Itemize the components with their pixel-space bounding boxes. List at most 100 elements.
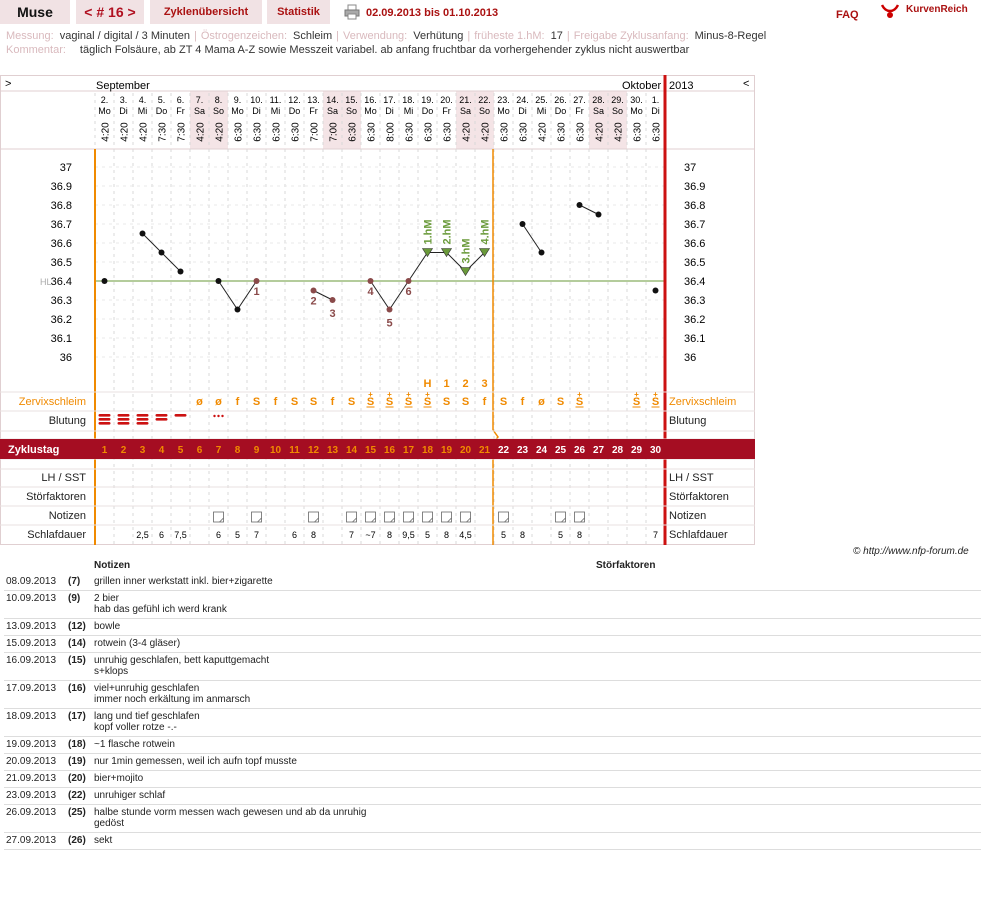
high-label: 4.hM: [480, 219, 492, 244]
note-text: lang und tief geschlafen kopf voller rotz…: [92, 708, 594, 737]
weekday: Mi: [138, 106, 148, 116]
day-number: 3.: [120, 95, 128, 105]
sleep-row-label-right: Schlafdauer: [669, 529, 728, 541]
note-cycle-day: (16): [66, 680, 92, 709]
note-disturb: [594, 618, 981, 636]
measure-time: 6:30: [291, 122, 302, 142]
day-number: 18.: [402, 95, 415, 105]
note-date: 26.09.2013: [4, 804, 66, 833]
day-number: 19.: [421, 95, 434, 105]
note-cycle-day: (12): [66, 618, 92, 636]
weekday: Mi: [404, 106, 414, 116]
note-icon: [422, 511, 433, 523]
measure-time: 6:30: [519, 122, 530, 142]
weekday: Fr: [575, 106, 584, 116]
measure-time: 6:30: [234, 122, 245, 142]
measure-time: 6:30: [652, 122, 663, 142]
note-row: 23.09.2013 (22) unruhiger schlaf: [4, 787, 981, 805]
note-row: 26.09.2013 (25) halbe stunde vorm messen w…: [4, 804, 981, 833]
note-cycle-day: (15): [66, 652, 92, 681]
temp-point: [367, 278, 374, 284]
weekday: Mo: [231, 106, 244, 116]
notes-row-label-right: Notizen: [669, 510, 706, 522]
y-tick-left: 36.7: [51, 219, 72, 231]
cycle-day-number: 16: [384, 445, 396, 456]
note-disturb: [594, 804, 981, 833]
mucus-symbol: S: [348, 396, 355, 408]
y-tick-left: 36.2: [51, 314, 72, 326]
mucus-symbol: S: [443, 396, 450, 408]
note-date: 15.09.2013: [4, 635, 66, 653]
low-label: 1: [253, 286, 259, 298]
cycle-day-number: 25: [555, 445, 567, 456]
bleeding-mark: [155, 418, 168, 421]
mucus-plus: +: [577, 390, 582, 399]
mucus-plus: +: [634, 390, 639, 399]
measure-time: 6:30: [633, 122, 644, 142]
tab-statistics[interactable]: Statistik: [267, 0, 330, 24]
bleeding-row-label-right: Blutung: [669, 415, 706, 427]
note-text: bier+mojito: [92, 770, 594, 788]
sleep-value: 5: [425, 530, 430, 540]
weekday: Mo: [98, 106, 111, 116]
day-number: 2.: [101, 95, 109, 105]
cycle-day-number: 14: [346, 445, 358, 456]
y-tick-right: 37: [684, 162, 696, 174]
lh-row-label-right: LH / SST: [669, 472, 714, 484]
weekday: Di: [385, 106, 394, 116]
weekday: Sa: [460, 106, 471, 116]
note-icon: [251, 511, 262, 523]
weekday: Mi: [537, 106, 547, 116]
day-number: 27.: [573, 95, 586, 105]
tab-overview[interactable]: Zyklenübersicht: [150, 0, 262, 24]
info-line-2: Kommentar: täglich Folsäure, ab ZT 4 Mama…: [6, 44, 689, 56]
low-label: 6: [405, 286, 411, 298]
cycle-day-number: 9: [254, 445, 260, 456]
scroll-left-arrow: >: [5, 78, 11, 90]
day-number: 24.: [516, 95, 529, 105]
note-date: 17.09.2013: [4, 680, 66, 709]
measure-time: 6:30: [367, 122, 378, 142]
sleep-value: 7: [254, 530, 259, 540]
day-number: 4.: [139, 95, 147, 105]
mucus-row-label-right: Zervixschleim: [669, 396, 736, 408]
sleep-value: ~7: [365, 530, 375, 540]
note-text: nur 1min gemessen, weil ich aufn topf mu…: [92, 753, 594, 771]
cycle-nav[interactable]: < # 16 >: [76, 0, 144, 24]
note-row: 19.09.2013 (18) ~1 flasche rotwein: [4, 736, 981, 754]
day-number: 21.: [459, 95, 472, 105]
temp-point: [538, 249, 545, 256]
day-number: 22.: [478, 95, 491, 105]
sleep-value: 2,5: [136, 530, 149, 540]
logo-text[interactable]: KurvenReich: [906, 4, 968, 15]
bleeding-mark: [117, 418, 130, 421]
notes-column-header: Notizen: [94, 560, 131, 571]
note-cycle-day: (22): [66, 787, 92, 805]
note-icon: [213, 511, 224, 523]
sleep-value: 8: [387, 530, 392, 540]
cycle-day-number: 5: [178, 445, 184, 456]
note-cycle-day: (17): [66, 708, 92, 737]
mucus-symbol: ø: [538, 396, 545, 408]
high-label: 1.hM: [423, 219, 435, 244]
bleeding-mark: [117, 422, 130, 425]
day-number: 8.: [215, 95, 223, 105]
temp-point: [253, 278, 260, 284]
print-icon[interactable]: [344, 4, 360, 20]
note-cycle-day: (20): [66, 770, 92, 788]
mucus-symbol: f: [331, 396, 335, 408]
y-tick-right: 36.3: [684, 295, 705, 307]
weekday: Do: [289, 106, 301, 116]
mucus-plus: +: [653, 390, 658, 399]
day-number: 25.: [535, 95, 548, 105]
faq-link[interactable]: FAQ: [836, 9, 859, 21]
note-text: grillen inner werkstatt inkl. bier+zigar…: [92, 574, 594, 591]
y-tick-right: 36.8: [684, 200, 705, 212]
mucus-plus: +: [425, 390, 430, 399]
bleeding-mark: [98, 414, 111, 417]
sleep-value: 8: [311, 530, 316, 540]
sleep-value: 6: [292, 530, 297, 540]
day-number: 20.: [440, 95, 453, 105]
note-text: 2 bier hab das gefühl ich werd krank: [92, 590, 594, 619]
cycle-day-number: 10: [270, 445, 282, 456]
